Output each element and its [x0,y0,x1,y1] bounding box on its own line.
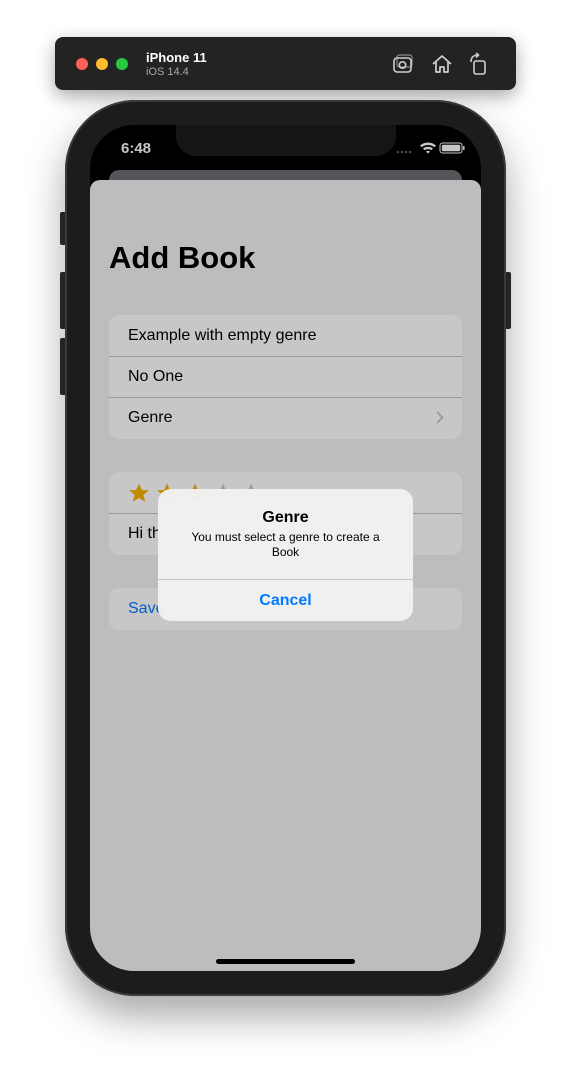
device-screen: 6:48 Add Book Example with empty genre N… [90,125,481,971]
zoom-window-button[interactable] [116,58,128,70]
simulator-toolbar: iPhone 11 iOS 14.4 [55,37,516,90]
home-indicator[interactable] [216,959,355,964]
screenshot-icon[interactable] [391,52,415,76]
genre-alert: Genre You must select a genre to create … [158,489,413,621]
os-version: iOS 14.4 [146,66,189,78]
rotate-icon[interactable] [467,52,491,76]
home-icon[interactable] [430,52,454,76]
cancel-button[interactable]: Cancel [158,580,413,621]
close-window-button[interactable] [76,58,88,70]
minimize-window-button[interactable] [96,58,108,70]
device-name: iPhone 11 [146,50,207,65]
alert-title: Genre [262,509,309,526]
alert-message: You must select a genre to create a Book [191,530,380,559]
